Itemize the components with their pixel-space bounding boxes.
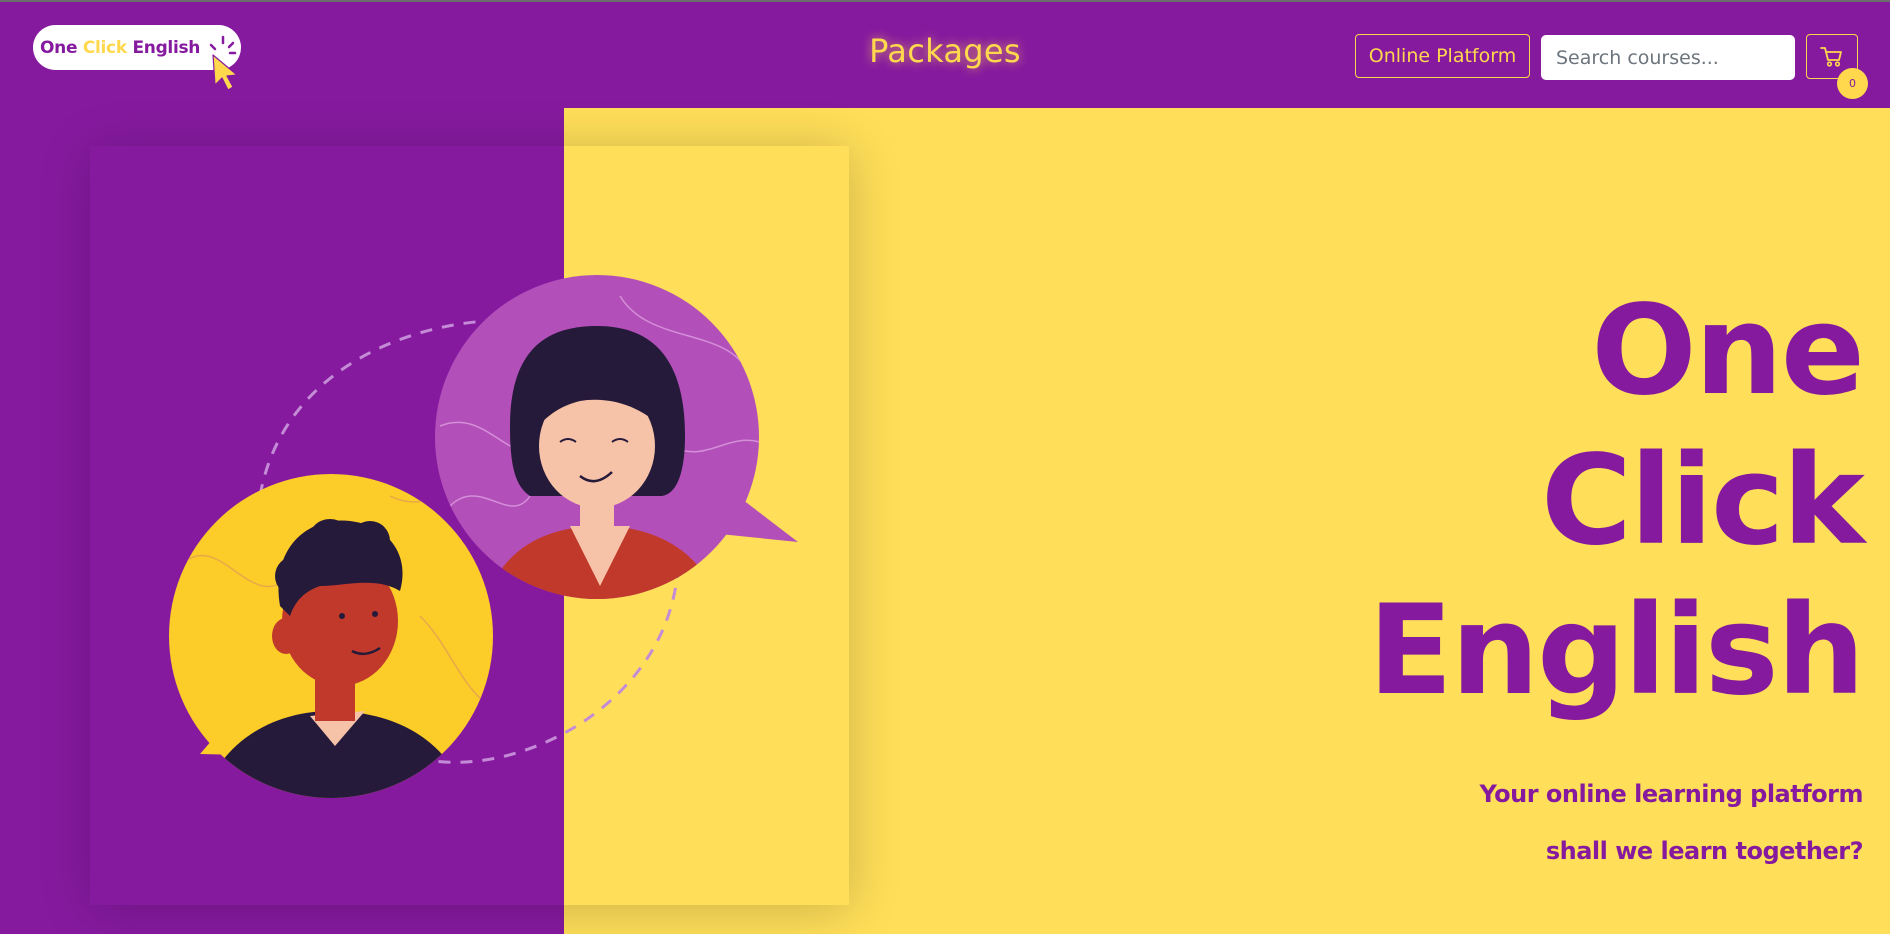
online-platform-button[interactable]: Online Platform xyxy=(1355,34,1530,78)
hero-title-line: Click xyxy=(1541,429,1865,573)
search-input[interactable] xyxy=(1541,35,1795,80)
shopping-cart-icon xyxy=(1820,46,1842,67)
hero-title-line: One xyxy=(1591,279,1865,423)
logo-text: One Click English xyxy=(40,37,201,58)
navbar: One Click English Packages Online Platfo… xyxy=(0,2,1890,108)
page: One Click English Packages Online Platfo… xyxy=(0,0,1890,934)
logo[interactable]: One Click English xyxy=(33,25,241,91)
cursor-click-icon xyxy=(209,35,238,91)
hero-illustration-card xyxy=(90,146,849,905)
hero-title: One Click English xyxy=(1163,276,1865,726)
hero-title-line: English xyxy=(1368,579,1865,723)
cart-count-badge: 0 xyxy=(1837,68,1868,99)
hero-tagline: shall we learn together? xyxy=(1545,837,1864,865)
nav-packages-link[interactable]: Packages xyxy=(820,32,1070,70)
people-chatting-illustration xyxy=(169,275,798,798)
hero-subtitle: Your online learning platform xyxy=(1479,780,1863,808)
